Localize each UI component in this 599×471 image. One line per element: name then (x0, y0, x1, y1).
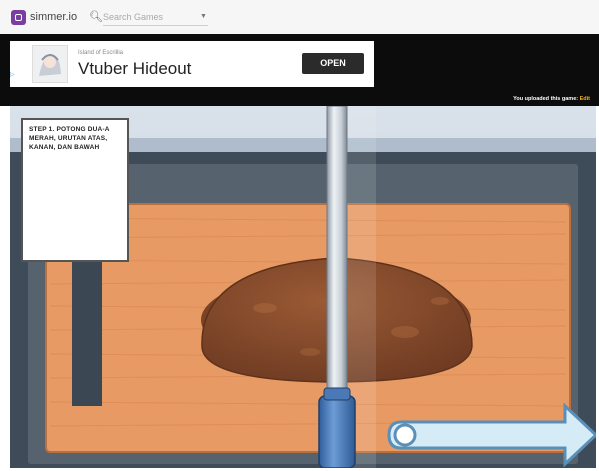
simmer-logo-icon[interactable] (11, 10, 26, 25)
next-arrow-button[interactable] (385, 402, 596, 468)
ad-subtitle: Island of Escrillia (78, 50, 124, 56)
edit-link[interactable]: Edit (580, 96, 590, 102)
site-logo-text[interactable]: simmer.io (30, 11, 77, 23)
site-header: simmer.io 🔍︎ ▼ (0, 0, 599, 35)
ad-open-button[interactable]: OPEN (302, 53, 364, 74)
search-icon[interactable]: 🔍︎ (89, 10, 103, 23)
game-canvas[interactable]: STEP 1. POTONG DUA-A MERAH, URUTAN ATAS,… (10, 106, 596, 468)
upload-note: You uploaded this game: Edit (513, 96, 590, 102)
arrow-right-icon (387, 402, 596, 468)
ad-title[interactable]: Vtuber Hideout (78, 59, 191, 79)
ad-banner[interactable]: Island of Escrillia Vtuber Hideout OPEN … (10, 41, 374, 87)
upload-note-text: You uploaded this game: (513, 96, 580, 102)
search-input[interactable] (103, 9, 208, 26)
ad-thumbnail (32, 45, 68, 83)
adchoices-icon[interactable]: ▷ (10, 71, 15, 78)
instruction-card: STEP 1. POTONG DUA-A MERAH, URUTAN ATAS,… (21, 118, 129, 262)
chevron-down-icon[interactable]: ▼ (200, 13, 207, 20)
